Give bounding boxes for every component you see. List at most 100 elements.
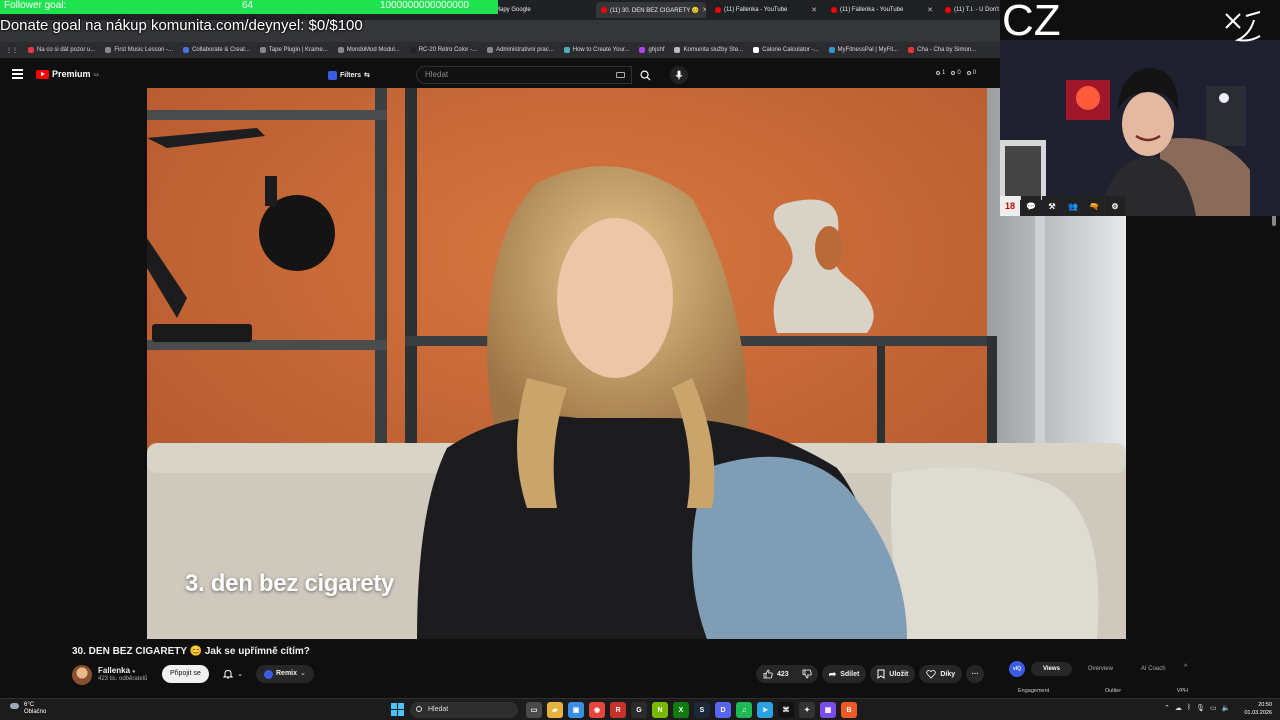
bookmark[interactable]: How to Create Your...	[563, 47, 629, 53]
bookmark[interactable]: Tape Plugin | Krame...	[259, 47, 328, 53]
logo-text: Premium	[52, 69, 91, 79]
header-stats[interactable]: 1 0 0	[936, 70, 976, 76]
microphone-icon: 🎙	[1196, 705, 1205, 712]
vidiq-tabs: Views Overview AI Coach	[1031, 662, 1178, 676]
like-button[interactable]: 423	[756, 665, 796, 683]
browser-tab[interactable]: (11) T.I. - U Don't	[940, 2, 1000, 18]
vidiq-logo[interactable]: vIQ	[1009, 661, 1025, 677]
tab-ai-coach[interactable]: AI Coach	[1129, 662, 1178, 676]
follower-goal-target: 1000000000000000	[380, 0, 469, 11]
monitor-icon: ▭	[1209, 705, 1217, 712]
keyboard-icon[interactable]	[616, 72, 625, 78]
menu-icon[interactable]	[12, 69, 23, 79]
share-button[interactable]: ➦ Sdílet	[821, 665, 867, 683]
clock-time: 20:50	[1258, 702, 1272, 708]
thanks-button[interactable]: Díky	[919, 665, 963, 683]
speaker-icon: 🔈	[1221, 705, 1231, 712]
column-header: VPH	[1176, 688, 1188, 694]
bell-icon	[223, 669, 234, 679]
taskbar-app-icon[interactable]: ⌘	[778, 702, 794, 718]
close-tab-icon[interactable]: ✕	[927, 6, 933, 14]
heart-dollar-icon	[926, 670, 937, 679]
taskbar-app-icon[interactable]: ▰	[547, 702, 563, 718]
taskbar-app-icon[interactable]: B	[841, 702, 857, 718]
taskbar-app-icon[interactable]: R	[610, 702, 626, 718]
collapse-icon[interactable]: ^	[1184, 664, 1187, 671]
bookmark[interactable]: Collaborate & Creat...	[183, 47, 250, 53]
bookmark-icon	[877, 669, 885, 679]
tab-views[interactable]: Views	[1031, 662, 1072, 676]
bookmark[interactable]: Na co si dát pozor u...	[28, 47, 95, 53]
taskbar-app-icon[interactable]: N	[652, 702, 668, 718]
bookmark[interactable]: ghjshf	[639, 47, 664, 53]
stat: 0	[951, 70, 961, 76]
taskbar-app-icon[interactable]: D	[715, 702, 731, 718]
filters-button[interactable]: Filters ⇆	[328, 68, 370, 82]
taskbar-app-icon[interactable]: S	[694, 702, 710, 718]
save-button[interactable]: Uložit	[870, 665, 916, 683]
browser-tab[interactable]: (11) Fallenka - YouTube ✕	[710, 2, 822, 18]
video-title: 30. DEN BEZ CIGARETY 😊 Jak se upřímně cí…	[72, 646, 310, 657]
bookmark[interactable]: MondoMod Modul...	[337, 47, 400, 53]
chevron-down-icon: ⌄	[237, 671, 243, 678]
search-input[interactable]: Hledat	[416, 66, 632, 84]
tab-label: (11) Fallenka - YouTube	[724, 7, 788, 13]
video-actions: 423 ➦ Sdílet Uložit Díky ···	[756, 665, 985, 683]
bookmark[interactable]: Komunita služby Ste...	[674, 47, 743, 53]
taskbar-app-icon[interactable]: ▣	[568, 702, 584, 718]
taskbar-app-icon[interactable]: ➤	[757, 702, 773, 718]
chevron-up-icon: ⌃	[1164, 705, 1170, 712]
taskbar-app-icon[interactable]: ▦	[820, 702, 836, 718]
channel-avatar[interactable]	[72, 665, 92, 685]
subscriber-count: 423 tis. odběratelů	[98, 676, 148, 682]
youtube-play-icon	[36, 69, 49, 79]
bookmark[interactable]: Calorie Calculator -...	[753, 47, 819, 53]
search-button[interactable]	[634, 66, 656, 84]
browser-tab-active[interactable]: (11) 30. DEN BEZ CIGARETY 😊 ✕	[596, 2, 706, 18]
badge-icon: 👥	[1063, 196, 1083, 216]
thumbs-up-icon	[763, 669, 773, 679]
bookmark[interactable]: MyFitnessPal | MyFit...	[828, 47, 898, 53]
bookmark[interactable]: Cha - Cha by Simon...	[908, 47, 976, 53]
video-player[interactable]: 3. den bez cigarety	[147, 88, 1126, 639]
bookmark[interactable]: RC-20 Retro Color -...	[409, 47, 477, 53]
taskbar-app-icon[interactable]: ♫	[736, 702, 752, 718]
taskbar-app-icon[interactable]: X	[673, 702, 689, 718]
vidiq-columns: Engagement Outlier VPH	[1018, 688, 1188, 694]
join-button[interactable]: Připojit se	[162, 665, 209, 683]
tab-label: Mapy Google	[495, 7, 531, 13]
bookmark[interactable]: Administrativní prac...	[487, 47, 554, 53]
webcam-overlay	[1000, 40, 1280, 216]
remix-button[interactable]: Remix ⌄	[256, 665, 314, 683]
taskbar-app-icon[interactable]: ✦	[799, 702, 815, 718]
dislike-button[interactable]	[795, 665, 818, 683]
bookmark-favicon-icon	[409, 47, 416, 53]
channel-name[interactable]: Fallenka ●	[98, 666, 136, 675]
badge-icon: 💬	[1021, 196, 1041, 216]
taskbar-app-icon[interactable]: ◉	[589, 702, 605, 718]
bookmark-favicon-icon	[337, 47, 344, 53]
more-actions-button[interactable]: ···	[966, 665, 985, 683]
youtube-logo[interactable]: Premium CZ	[36, 69, 99, 79]
age-rating-badge: 18	[1000, 196, 1020, 216]
notifications-button[interactable]: ⌄	[216, 665, 250, 683]
voice-search-button[interactable]	[670, 66, 688, 84]
country-code-label: CZ	[1002, 0, 1061, 45]
follower-goal-label: Follower goal:	[4, 0, 67, 11]
browser-tab[interactable]: Mapy Google	[490, 2, 590, 18]
apps-grid-icon[interactable]: ⋮⋮	[6, 47, 18, 54]
region-code: CZ	[93, 71, 99, 77]
taskbar-search[interactable]: Hledat	[410, 702, 518, 718]
close-tab-icon[interactable]: ✕	[811, 6, 817, 14]
bookmark[interactable]: First Music Lesson -...	[105, 47, 173, 53]
taskbar: 6°C Oblačno Hledat ▭ ▰ ▣ ◉ R G N X S D ♫ ➤ ⌘ ✦ ▦ B ⌃ ☁ ᛒ…	[0, 698, 1280, 720]
browser-tab[interactable]: (11) Fallenka - YouTube ✕	[826, 2, 938, 18]
system-clock[interactable]: 20:50 01.03.2026	[1240, 701, 1272, 717]
tab-overview[interactable]: Overview	[1076, 662, 1125, 676]
vidiq-icon	[264, 669, 273, 679]
taskbar-app-icon[interactable]: ▭	[526, 702, 542, 718]
start-button[interactable]	[391, 703, 404, 716]
system-tray[interactable]: ⌃ ☁ ᛒ 🎙 ▭ 🔈	[1164, 704, 1230, 712]
taskbar-app-icon[interactable]: G	[631, 702, 647, 718]
close-tab-icon[interactable]: ✕	[702, 6, 706, 14]
